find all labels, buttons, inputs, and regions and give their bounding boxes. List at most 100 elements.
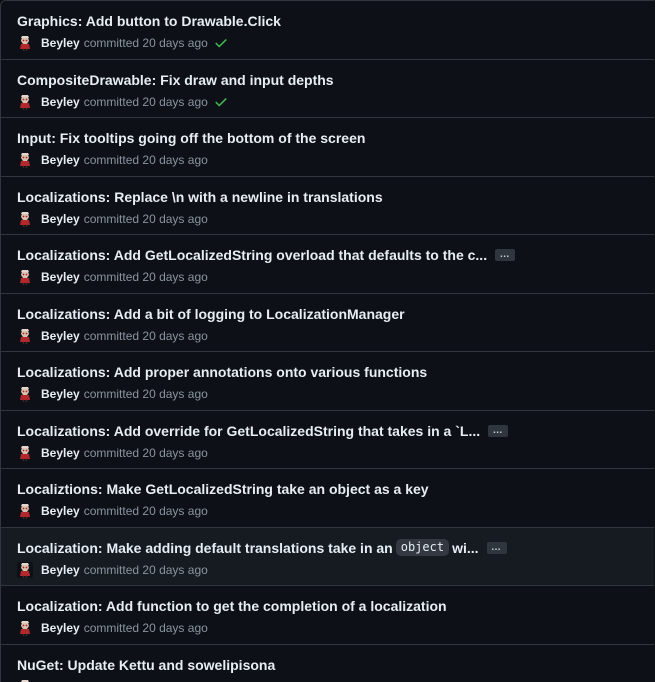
author-avatar[interactable]	[17, 35, 33, 51]
author-avatar[interactable]	[17, 678, 33, 682]
author-link[interactable]: Beyley	[41, 95, 80, 109]
check-icon[interactable]	[214, 95, 228, 109]
commit-title-line: Localizations: Add proper annotations on…	[17, 362, 638, 382]
commit-title-line: Localizations: Replace \n with a newline…	[17, 187, 638, 207]
commit-title-link[interactable]: Localizations: Add override for GetLocal…	[17, 423, 480, 439]
author-avatar[interactable]	[17, 620, 33, 636]
author-avatar[interactable]	[17, 386, 33, 402]
commit-action-text: committed	[83, 36, 140, 50]
author-link[interactable]: Beyley	[41, 153, 80, 167]
commit-action-text: committed	[83, 504, 140, 518]
commit-title-line: Localizations: Add override for GetLocal…	[17, 421, 638, 441]
commit-time[interactable]: 20 days ago	[142, 621, 207, 635]
author-link[interactable]: Beyley	[41, 504, 80, 518]
commit-title-link[interactable]: Graphics: Add button to Drawable.Click	[17, 13, 281, 29]
commit-title-link[interactable]: Localizations: Add a bit of logging to L…	[17, 306, 405, 322]
commit-title-link[interactable]: Localizations: Replace \n with a newline…	[17, 189, 383, 205]
commit-action-text: committed	[83, 94, 140, 109]
commit-title-line: Localization: Make adding default transl…	[17, 538, 638, 558]
commit-time[interactable]: 20 days ago	[142, 95, 207, 109]
author-avatar[interactable]	[17, 152, 33, 168]
commit-title-line: Graphics: Add button to Drawable.Click	[17, 11, 638, 31]
commit-meta: Beyleycommitted 20 days ago	[17, 678, 638, 682]
commit-time[interactable]: 20 days ago	[142, 387, 207, 401]
commit-time[interactable]: 20 days ago	[142, 504, 207, 518]
commit-time[interactable]: 20 days ago	[142, 446, 207, 460]
commit-title-link[interactable]: Localization: Add function to get the co…	[17, 598, 447, 614]
commit-meta: Beyleycommitted 20 days ago	[17, 268, 638, 286]
commit-action-text: committed	[83, 621, 140, 635]
commit-meta: Beyleycommitted 20 days ago	[17, 561, 638, 579]
author-avatar[interactable]	[17, 503, 33, 519]
author-avatar[interactable]	[17, 561, 33, 578]
inline-code: object	[395, 539, 450, 556]
commit-time[interactable]: 20 days ago	[142, 329, 207, 343]
author-avatar[interactable]	[17, 269, 33, 285]
commit-title-link[interactable]: Input: Fix tooltips going off the bottom…	[17, 130, 365, 146]
commit-title-link[interactable]: Localizations: Add GetLocalizedString ov…	[17, 247, 487, 263]
commit-row[interactable]: Localiztions: Make GetLocalizedString ta…	[1, 469, 654, 528]
commit-meta: Beyleycommitted 20 days ago	[17, 619, 638, 637]
commit-meta: Beyleycommitted 20 days ago	[17, 502, 638, 520]
commit-title-link[interactable]: Localizations: Add proper annotations on…	[17, 364, 427, 380]
commit-title-link[interactable]: NuGet: Update Kettu and sowelipisona	[17, 657, 275, 673]
commit-row[interactable]: Localizations: Add a bit of logging to L…	[1, 293, 654, 352]
commit-time[interactable]: 20 days ago	[142, 563, 207, 577]
author-avatar[interactable]	[17, 327, 33, 344]
commit-meta: Beyleycommitted 20 days ago	[17, 34, 638, 52]
commit-row[interactable]: CompositeDrawable: Fix draw and input de…	[1, 59, 654, 118]
check-icon[interactable]	[214, 36, 228, 50]
commit-row[interactable]: Localization: Make adding default transl…	[1, 527, 654, 586]
commit-action-text: committed	[83, 562, 140, 577]
commit-action-text: committed	[83, 387, 140, 401]
author-link[interactable]: Beyley	[41, 270, 80, 284]
expand-message-button[interactable]: …	[486, 541, 507, 554]
author-avatar[interactable]	[17, 93, 33, 110]
author-link[interactable]: Beyley	[41, 563, 80, 577]
commit-action-text: committed	[83, 328, 140, 343]
commit-title-line: CompositeDrawable: Fix draw and input de…	[17, 70, 638, 90]
commit-title-line: Input: Fix tooltips going off the bottom…	[17, 128, 638, 148]
author-link[interactable]: Beyley	[41, 329, 80, 343]
commit-list: Graphics: Add button to Drawable.Click Be…	[0, 0, 654, 682]
commit-row[interactable]: Localizations: Add override for GetLocal…	[1, 410, 654, 469]
commit-title-line: Localizations: Add a bit of logging to L…	[17, 304, 638, 324]
commit-action-text: committed	[83, 153, 140, 167]
commit-row[interactable]: Localization: Add function to get the co…	[1, 586, 654, 645]
commit-row[interactable]: Input: Fix tooltips going off the bottom…	[1, 118, 654, 177]
expand-message-button[interactable]: …	[495, 249, 516, 261]
commit-row[interactable]: Localizations: Add GetLocalizedString ov…	[1, 235, 654, 294]
commit-action-text: committed	[83, 211, 140, 226]
commit-row[interactable]: Localizations: Replace \n with a newline…	[1, 176, 654, 235]
commit-meta: Beyleycommitted 20 days ago	[17, 93, 638, 111]
author-link[interactable]: Beyley	[41, 621, 80, 635]
author-link[interactable]: Beyley	[41, 387, 80, 401]
commit-meta: Beyleycommitted 20 days ago	[17, 210, 638, 228]
commit-title-line: Localizations: Add GetLocalizedString ov…	[17, 245, 638, 265]
commit-action-text: committed	[83, 270, 140, 284]
commit-time[interactable]: 20 days ago	[142, 36, 207, 50]
commit-title-line: Localization: Add function to get the co…	[17, 596, 638, 616]
author-link[interactable]: Beyley	[41, 446, 80, 460]
commit-time[interactable]: 20 days ago	[142, 212, 207, 226]
commit-row[interactable]: Localizations: Add proper annotations on…	[1, 352, 654, 411]
commit-row[interactable]: Graphics: Add button to Drawable.Click Be…	[1, 1, 654, 60]
author-avatar[interactable]	[17, 444, 33, 461]
commit-title-link-rest[interactable]: wi...	[452, 540, 478, 556]
commit-title-link[interactable]: Localization: Make adding default transl…	[17, 540, 393, 556]
commit-action-text: committed	[83, 445, 140, 460]
commit-time[interactable]: 20 days ago	[142, 270, 207, 284]
commit-title-line: Localiztions: Make GetLocalizedString ta…	[17, 479, 638, 499]
commit-title-link[interactable]: Localiztions: Make GetLocalizedString ta…	[17, 481, 429, 497]
commit-meta: Beyleycommitted 20 days ago	[17, 444, 638, 462]
commit-title-link[interactable]: CompositeDrawable: Fix draw and input de…	[17, 72, 334, 88]
commit-meta: Beyleycommitted 20 days ago	[17, 151, 638, 169]
expand-message-button[interactable]: …	[488, 424, 509, 437]
commit-row[interactable]: NuGet: Update Kettu and sowelipisona Beyl…	[1, 644, 654, 682]
author-avatar[interactable]	[17, 210, 33, 227]
author-link[interactable]: Beyley	[41, 36, 80, 50]
author-link[interactable]: Beyley	[41, 212, 80, 226]
commit-meta: Beyleycommitted 20 days ago	[17, 327, 638, 345]
commit-meta: Beyleycommitted 20 days ago	[17, 385, 638, 403]
commit-time[interactable]: 20 days ago	[142, 153, 207, 167]
